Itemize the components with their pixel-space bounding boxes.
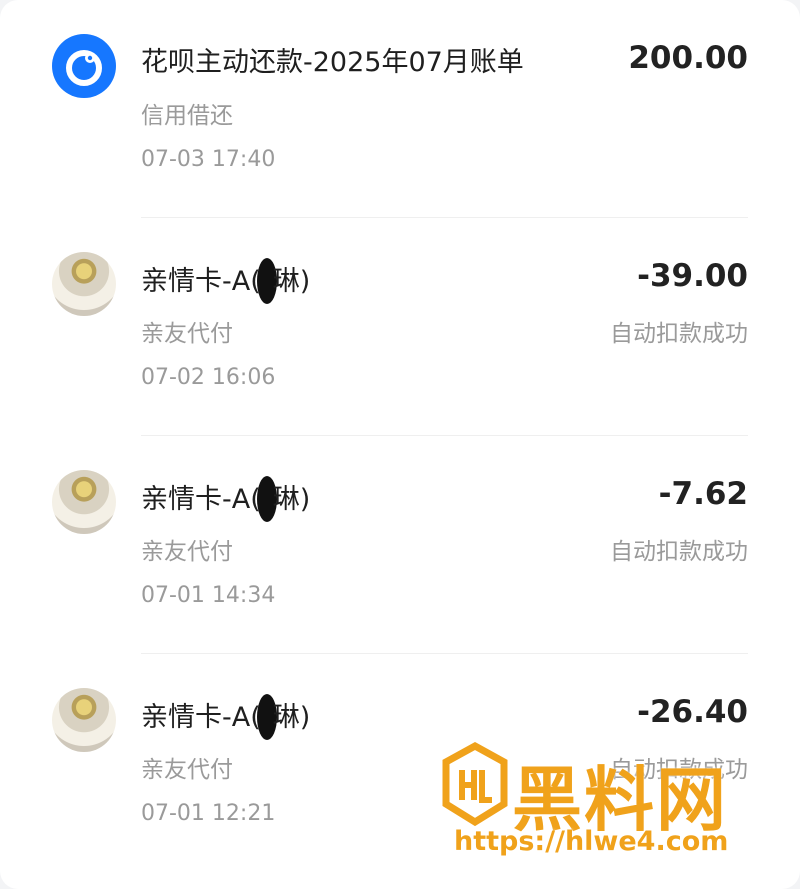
transaction-amount: -26.40 bbox=[637, 694, 748, 730]
watermark-url: https://hlwe4.com bbox=[454, 826, 729, 857]
transaction-category: 信用借还 bbox=[141, 103, 233, 129]
user-avatar bbox=[52, 470, 116, 534]
transaction-item[interactable]: 亲情卡-A(琳) -7.62 亲友代付 自动扣款成功 07-01 14:34 bbox=[0, 436, 800, 654]
transaction-status: 自动扣款成功 bbox=[610, 321, 748, 347]
transaction-time: 07-03 17:40 bbox=[141, 147, 276, 172]
user-avatar bbox=[52, 252, 116, 316]
transaction-category: 亲友代付 bbox=[141, 757, 233, 783]
watermark-logo-icon bbox=[442, 742, 508, 827]
transaction-list: 花呗主动还款-2025年07月账单 200.00 信用借还 07-03 17:4… bbox=[0, 0, 800, 889]
transaction-category: 亲友代付 bbox=[141, 321, 233, 347]
transaction-item[interactable]: 亲情卡-A(琳) -39.00 亲友代付 自动扣款成功 07-02 16:06 bbox=[0, 218, 800, 436]
transaction-title: 亲情卡-A(琳) bbox=[141, 694, 310, 740]
transaction-amount: -39.00 bbox=[637, 258, 748, 294]
transaction-amount: 200.00 bbox=[628, 40, 748, 76]
watermark: 黑料网 https://hlwe4.com bbox=[440, 740, 780, 860]
transaction-title: 花呗主动还款-2025年07月账单 bbox=[141, 47, 524, 78]
transaction-status: 自动扣款成功 bbox=[610, 539, 748, 565]
transaction-time: 07-01 14:34 bbox=[141, 583, 276, 608]
transaction-title: 亲情卡-A(琳) bbox=[141, 258, 310, 304]
transaction-time: 07-02 16:06 bbox=[141, 365, 276, 390]
transaction-time: 07-01 12:21 bbox=[141, 801, 276, 826]
transaction-amount: -7.62 bbox=[658, 476, 748, 512]
transaction-title: 亲情卡-A(琳) bbox=[141, 476, 310, 522]
transaction-item[interactable]: 花呗主动还款-2025年07月账单 200.00 信用借还 07-03 17:4… bbox=[0, 0, 800, 218]
user-avatar bbox=[52, 688, 116, 752]
transaction-category: 亲友代付 bbox=[141, 539, 233, 565]
huabei-logo-icon bbox=[52, 34, 116, 98]
